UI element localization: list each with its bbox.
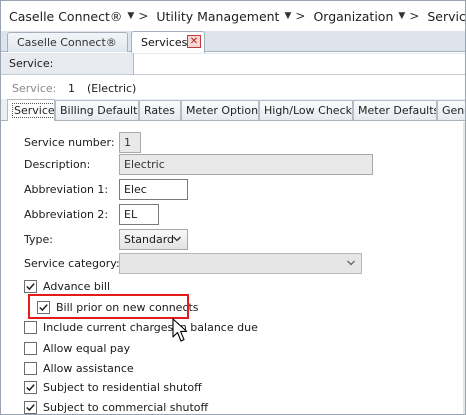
service-lookup-label: Service:: [9, 57, 54, 70]
service-category-label: Service category:: [24, 257, 120, 270]
checkbox-box[interactable]: [24, 400, 37, 414]
chevron-down-icon[interactable]: ▼: [284, 11, 291, 21]
tab-meter-options[interactable]: Meter Options: [181, 100, 259, 120]
service-number-label: Service number:: [24, 136, 115, 149]
advance-bill-checkbox[interactable]: Advance bill: [24, 278, 110, 294]
document-tab-strip: Caselle Connect® Services ✕: [1, 31, 465, 53]
breadcrumb-item-services[interactable]: Services: [427, 8, 466, 24]
include-current-charges-checkbox[interactable]: Include current charges in balance due: [24, 319, 258, 335]
section-tab-strip: Service Billing Defaults Rates Meter Opt…: [1, 99, 465, 121]
tab-caselle-connect[interactable]: Caselle Connect®: [7, 32, 128, 52]
breadcrumb-label: Utility Management: [156, 8, 280, 24]
tab-high-low-checks[interactable]: High/Low Checks: [259, 100, 353, 120]
current-service-name: (Electric): [87, 82, 137, 95]
abbreviation-2-field[interactable]: EL: [119, 204, 159, 225]
service-form: Service number: 1 Description: Electric …: [1, 122, 465, 414]
checkmark-icon: [26, 383, 35, 391]
scrollbar-edge: [463, 122, 465, 414]
checkbox-label: Allow equal pay: [43, 341, 131, 355]
commercial-shutoff-checkbox[interactable]: Subject to commercial shutoff: [24, 399, 209, 414]
checkbox-box[interactable]: [24, 341, 37, 355]
type-selected-value: Standard: [124, 233, 175, 246]
type-label: Type:: [24, 233, 53, 246]
checkbox-label: Subject to commercial shutoff: [43, 400, 209, 414]
tab-meter-defaults[interactable]: Meter Defaults: [353, 100, 437, 120]
service-number-field: 1: [119, 132, 141, 153]
mouse-pointer-icon: [172, 318, 188, 342]
checkbox-box[interactable]: [24, 320, 37, 334]
residential-shutoff-checkbox[interactable]: Subject to residential shutoff: [24, 379, 202, 395]
allow-assistance-checkbox[interactable]: Allow assistance: [24, 360, 134, 376]
breadcrumb-separator: >: [295, 9, 306, 23]
abbreviation-1-field[interactable]: Elec: [119, 179, 188, 200]
checkbox-label: Advance bill: [43, 279, 110, 293]
breadcrumb-separator: >: [138, 9, 149, 23]
current-service-info: Service: 1 (Electric): [1, 76, 465, 99]
breadcrumb-separator: >: [409, 9, 420, 23]
breadcrumb-label: Organization: [313, 8, 394, 24]
abbreviation-2-label: Abbreviation 2:: [24, 208, 109, 221]
breadcrumb-label: Caselle Connect®: [9, 8, 123, 24]
tab-billing-defaults[interactable]: Billing Defaults: [55, 100, 139, 120]
tab-label: Rates: [144, 104, 175, 117]
breadcrumb-item-utility-management[interactable]: Utility Management ▼ >: [156, 9, 313, 24]
service-search-input[interactable]: [134, 54, 465, 74]
checkbox-box[interactable]: [24, 361, 37, 375]
chevron-down-icon: [347, 260, 355, 266]
tab-label: Meter Options: [186, 104, 259, 117]
type-select[interactable]: Standard: [119, 229, 188, 250]
checkmark-icon: [26, 403, 35, 411]
tab-label: Gene: [442, 104, 465, 117]
abbreviation-1-label: Abbreviation 1:: [24, 183, 109, 196]
checkbox-box[interactable]: [24, 279, 37, 293]
checkbox-box[interactable]: [24, 380, 37, 394]
checkbox-label: Subject to residential shutoff: [43, 380, 202, 394]
service-category-select[interactable]: [119, 253, 362, 274]
description-field[interactable]: Electric: [119, 154, 373, 175]
breadcrumb-label: Services: [427, 8, 466, 24]
description-label: Description:: [24, 158, 91, 171]
service-lookup-row: Service:: [1, 53, 465, 75]
tab-general[interactable]: Gene: [437, 100, 465, 120]
tab-label: Caselle Connect®: [17, 36, 117, 49]
highlight-box: [28, 294, 189, 319]
chevron-down-icon[interactable]: ▼: [398, 11, 405, 21]
tab-services[interactable]: Services ✕: [131, 31, 205, 53]
current-service-number: 1: [68, 82, 75, 95]
breadcrumb-item-organization[interactable]: Organization ▼ >: [313, 9, 427, 24]
current-service-label: Service:: [12, 82, 57, 95]
chevron-down-icon: [173, 236, 181, 242]
tab-rates[interactable]: Rates: [139, 100, 181, 120]
checkmark-icon: [26, 282, 35, 290]
tab-label: Service: [12, 103, 55, 118]
tab-label: Services: [141, 36, 188, 49]
tab-service[interactable]: Service: [7, 99, 55, 121]
close-icon[interactable]: ✕: [187, 35, 201, 48]
checkbox-label: Include current charges in balance due: [43, 320, 258, 334]
services-window: Caselle Connect® ▼ > Utility Management …: [0, 0, 466, 415]
tab-label: Meter Defaults: [358, 104, 437, 117]
breadcrumb-item-caselle-connect[interactable]: Caselle Connect® ▼ >: [9, 9, 156, 24]
tab-label: High/Low Checks: [264, 104, 353, 117]
tab-label: Billing Defaults: [60, 104, 139, 117]
chevron-down-icon[interactable]: ▼: [127, 11, 134, 21]
allow-equal-pay-checkbox[interactable]: Allow equal pay: [24, 340, 130, 356]
checkbox-label: Allow assistance: [43, 361, 134, 375]
breadcrumb: Caselle Connect® ▼ > Utility Management …: [1, 1, 466, 31]
